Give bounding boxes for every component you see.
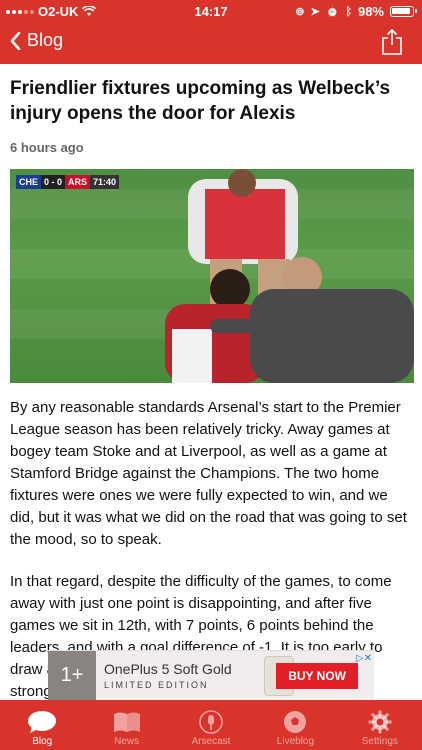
tab-label: Blog	[32, 736, 53, 747]
tab-arsecast[interactable]: Arsecast	[169, 700, 253, 750]
status-right: ⊚ ➤ ⏰ ᛒ 98%	[295, 4, 417, 19]
ad-buy-button[interactable]: BUY NOW	[276, 663, 358, 689]
back-label: Blog	[27, 30, 64, 50]
article-scroll[interactable]: Friendlier fixtures upcoming as Welbeck’…	[0, 64, 422, 700]
players-illustration	[165, 169, 414, 383]
rotation-lock-icon: ⊚	[295, 6, 305, 18]
share-button[interactable]	[380, 28, 404, 56]
tab-news[interactable]: News	[84, 700, 168, 750]
oneplus-logo-icon: 1+	[48, 650, 96, 701]
alarm-icon: ⏰	[325, 6, 340, 18]
location-icon: ➤	[310, 6, 320, 18]
status-bar: O2-UK 14:17 ⊚ ➤ ⏰ ᛒ 98%	[0, 0, 422, 22]
tab-liveblog[interactable]: Liveblog	[253, 700, 337, 750]
article-headline: Friendlier fixtures upcoming as Welbeck’…	[10, 78, 391, 124]
back-button[interactable]: Blog	[10, 30, 63, 51]
battery-icon	[390, 6, 417, 17]
ad-text: OnePlus 5 Soft Gold LIMITED EDITION	[104, 661, 254, 690]
microphone-icon	[199, 710, 223, 734]
chevron-left-icon	[10, 31, 21, 50]
tab-bar: Blog News Arsecast Liveblog Settings	[0, 700, 422, 750]
article-paragraph: By any reasonable standards Arsenal’s st…	[10, 399, 407, 548]
tab-label: Settings	[361, 736, 398, 747]
ad-title: OnePlus 5 Soft Gold	[104, 661, 232, 677]
article-photo: CHE 0 - 0 ARS 71:40	[10, 169, 414, 383]
bluetooth-icon: ᛒ	[345, 5, 352, 18]
tab-label: Liveblog	[276, 736, 315, 747]
ad-choices-icon[interactable]: ▷✕	[356, 653, 372, 664]
tab-settings[interactable]: Settings	[338, 700, 422, 750]
book-icon	[113, 712, 140, 732]
tab-blog[interactable]: Blog	[0, 700, 84, 750]
gear-icon	[368, 710, 392, 734]
football-icon	[284, 711, 307, 733]
battery-percent: 98%	[357, 4, 384, 19]
ad-subtitle: LIMITED EDITION	[104, 680, 209, 690]
chat-bubble-icon	[28, 711, 57, 733]
ad-banner[interactable]: 1+ OnePlus 5 Soft Gold LIMITED EDITION B…	[48, 650, 374, 701]
article-time: 6 hours ago	[10, 140, 84, 155]
tab-label: Arsecast	[191, 736, 231, 747]
tab-label: News	[114, 736, 140, 747]
share-icon	[382, 28, 402, 55]
app-header: O2-UK 14:17 ⊚ ➤ ⏰ ᛒ 98% Blog	[0, 0, 422, 64]
